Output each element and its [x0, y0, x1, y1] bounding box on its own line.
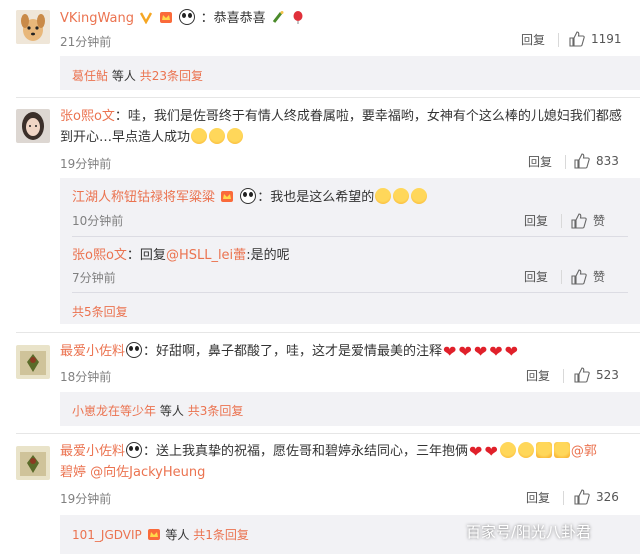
- thumbs-up-emoji-icon: [553, 442, 570, 458]
- reply-button[interactable]: 回复: [524, 212, 548, 229]
- panda-emoji-icon: [126, 342, 143, 358]
- heart-emoji-icon: ❤: [469, 442, 483, 461]
- reply-button[interactable]: 回复: [526, 367, 550, 384]
- cool-emoji-icon: [499, 442, 516, 458]
- thumb-up-icon: [574, 489, 590, 505]
- verified-v-icon: [140, 12, 153, 24]
- comment-user-name[interactable]: 张o熙o文: [60, 109, 115, 124]
- reply-button[interactable]: 回复: [528, 153, 552, 170]
- laugh-emoji-icon: [209, 128, 226, 144]
- thumb-up-icon: [571, 212, 587, 229]
- like-count: 1191: [591, 32, 622, 46]
- heart-emoji-icon: ❤: [458, 342, 472, 361]
- like-button[interactable]: 326: [574, 489, 619, 505]
- comment-text: ：我也是这么希望的: [257, 190, 375, 205]
- heart-emoji-icon: ❤: [443, 342, 457, 361]
- like-count: 326: [596, 490, 619, 504]
- laugh-emoji-icon: [191, 128, 208, 144]
- avatar[interactable]: [16, 345, 50, 379]
- reply-summary[interactable]: 小崽龙在等少年 等人 共3条回复: [72, 402, 243, 419]
- comment-user-name[interactable]: VKingWang: [60, 11, 134, 26]
- nested-reply: 江湖人称钮钴禄将军粱粱 ：我也是这么希望的: [72, 186, 428, 208]
- avatar[interactable]: [16, 446, 50, 480]
- panda-emoji-icon: [240, 188, 257, 204]
- watermark: 百家号/阳光八卦君: [466, 523, 592, 541]
- thumb-up-icon: [574, 367, 590, 383]
- like-button[interactable]: 1191: [569, 31, 622, 47]
- divider: [16, 97, 640, 98]
- reply-summary[interactable]: 葛任鲇 等人 共23条回复: [72, 67, 203, 84]
- laugh-emoji-icon: [375, 188, 392, 204]
- champagne-emoji-icon: [272, 11, 284, 23]
- balloon-emoji-icon: [293, 11, 303, 24]
- mention-link[interactable]: @郭: [571, 444, 597, 459]
- divider: [563, 369, 564, 383]
- comment-time: 19分钟前: [60, 157, 112, 171]
- divider: [558, 33, 559, 47]
- divider: [561, 214, 562, 228]
- vip-crown-icon: [147, 529, 160, 540]
- comment-text: ：好甜啊，鼻子都酸了，哇，这才是爱情最美的注释: [143, 344, 443, 359]
- comment-text: ：送上我真挚的祝福，愿佐哥和碧婷永结同心，三年抱俩: [143, 444, 469, 459]
- divider: [565, 155, 566, 169]
- comment-text: ：哇，我们是佐哥终于有情人终成眷属啦，要幸福哟，女神有个这么棒的儿媳妇我们都感: [114, 109, 622, 124]
- divider: [16, 332, 640, 333]
- comment-time: 18分钟前: [60, 370, 112, 384]
- like-button[interactable]: 赞: [571, 212, 605, 229]
- reply-button[interactable]: 回复: [521, 31, 545, 48]
- reply-summary[interactable]: 101_JGDVIP 等人 共1条回复: [72, 526, 249, 543]
- comment-time: 10分钟前: [72, 214, 124, 228]
- comment-user-name[interactable]: 张o熙o文: [72, 248, 127, 263]
- comment-time: 19分钟前: [60, 492, 112, 506]
- divider: [16, 433, 640, 434]
- thumb-up-icon: [571, 268, 587, 285]
- comment-time: 7分钟前: [72, 271, 116, 285]
- thumb-up-icon: [569, 31, 585, 47]
- cool-emoji-icon: [517, 442, 534, 458]
- heart-emoji-icon: ❤: [489, 342, 503, 361]
- comment-time: 21分钟前: [60, 35, 112, 49]
- heart-emoji-icon: ❤: [504, 342, 519, 361]
- vip-crown-icon: [221, 191, 234, 202]
- divider: [72, 292, 628, 293]
- nested-reply: 张o熙o文：回复@HSLL_lei蕾:是的呢: [72, 248, 290, 263]
- panda-emoji-icon: [179, 9, 196, 25]
- more-replies-link[interactable]: 共5条回复: [72, 303, 128, 320]
- comment-user-name[interactable]: 最爱小佐料: [60, 344, 125, 359]
- avatar[interactable]: [16, 10, 50, 44]
- laugh-emoji-icon: [227, 128, 244, 144]
- divider: [72, 236, 628, 237]
- like-button[interactable]: 833: [574, 153, 619, 169]
- comment-user-name[interactable]: 最爱小佐料: [60, 444, 125, 459]
- comment-user-name[interactable]: 江湖人称钮钴禄将军粱粱: [72, 190, 215, 205]
- mention-link-cont[interactable]: 碧婷: [60, 465, 86, 480]
- vip-crown-icon: [160, 12, 173, 23]
- avatar[interactable]: [16, 109, 50, 143]
- divider: [561, 270, 562, 284]
- reply-button[interactable]: 回复: [524, 268, 548, 285]
- like-button[interactable]: 523: [574, 367, 619, 383]
- divider: [563, 491, 564, 505]
- heart-emoji-icon: ❤: [484, 442, 498, 461]
- panda-emoji-icon: [126, 442, 143, 458]
- like-count: 523: [596, 368, 619, 382]
- laugh-emoji-icon: [411, 188, 428, 204]
- comment-text: ：恭喜恭喜: [200, 11, 266, 26]
- thumbs-up-emoji-icon: [535, 442, 552, 458]
- like-count: 833: [596, 154, 619, 168]
- mention-link[interactable]: @向佐JackyHeung: [90, 465, 205, 480]
- laugh-emoji-icon: [393, 188, 410, 204]
- mention-link[interactable]: @HSLL_lei蕾: [166, 248, 246, 263]
- comment-text-cont: 到开心…早点造人成功: [60, 130, 191, 145]
- like-button[interactable]: 赞: [571, 268, 605, 285]
- thumb-up-icon: [574, 153, 590, 169]
- reply-button[interactable]: 回复: [526, 489, 550, 506]
- heart-emoji-icon: ❤: [473, 342, 488, 361]
